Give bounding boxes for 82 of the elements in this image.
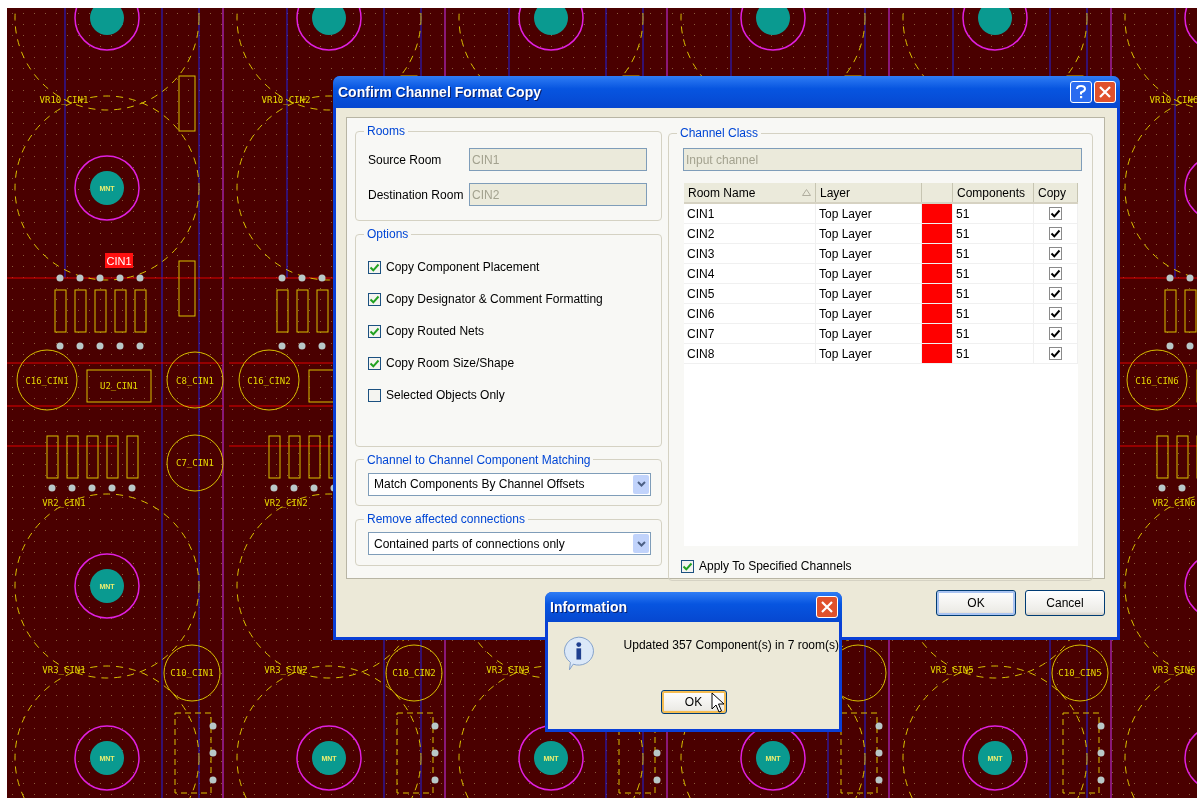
table-cell: 51 <box>953 264 1034 283</box>
group-title: Remove affected connections <box>366 512 526 527</box>
mounting-hole-drawing <box>962 725 1028 791</box>
close-icon <box>1099 86 1111 98</box>
group-title: Channel to Channel Component Matching <box>366 452 592 467</box>
mounting-hole-drawing <box>518 725 584 791</box>
table-cell: CIN1 <box>684 204 816 223</box>
group-title: Rooms <box>366 124 406 138</box>
table-cell: 51 <box>953 304 1034 323</box>
checkbox-label: Copy Routed Nets <box>386 324 485 338</box>
designator-label: U2_CIN1 <box>100 381 138 391</box>
checkbox[interactable] <box>368 356 381 370</box>
room-tag: CIN1 <box>105 253 133 268</box>
checkbox[interactable] <box>368 324 381 338</box>
designator-label: VR3_CIN6 <box>1152 665 1196 675</box>
mounting-hole-drawing <box>962 8 1028 51</box>
mounting-hole-drawing <box>74 8 140 51</box>
designator-label: C10_CIN1 <box>170 668 214 678</box>
table-cell: 51 <box>953 204 1034 223</box>
mounting-hole-drawing <box>74 725 140 791</box>
help-icon <box>1075 85 1087 99</box>
designator-label: C7_CIN1 <box>176 458 214 468</box>
table-cell: CIN5 <box>684 284 816 303</box>
table-cell: 51 <box>953 284 1034 303</box>
checkbox[interactable] <box>368 388 381 402</box>
group-title: Channel Class <box>679 126 760 140</box>
checkbox[interactable] <box>368 292 381 306</box>
field-label: Source Room <box>368 152 443 167</box>
close-button[interactable] <box>1094 81 1116 103</box>
table-cell: 51 <box>953 344 1034 363</box>
table-cell: 51 <box>953 224 1034 243</box>
designator-label: C16_CIN1 <box>25 376 69 386</box>
designator-label: VR3_CIN5 <box>930 665 974 675</box>
close-icon <box>821 601 833 613</box>
mouse-cursor-icon <box>711 692 725 714</box>
window-title: Information <box>550 599 627 615</box>
designator-label: VR2_CIN2 <box>264 498 308 508</box>
designator-label: C10_CIN5 <box>1058 668 1102 678</box>
checkbox-label: Selected Objects Only <box>386 388 505 402</box>
table-cell: CIN6 <box>684 304 816 323</box>
designator-label: VR10_CIN6 <box>1149 95 1197 105</box>
help-button[interactable] <box>1070 81 1092 103</box>
designator-label: VR2_CIN6 <box>1152 498 1196 508</box>
information-icon <box>562 634 596 672</box>
designator-label: C16_CIN6 <box>1135 376 1179 386</box>
designator-label: C10_CIN2 <box>392 668 436 678</box>
mounting-hole-drawing <box>740 8 806 51</box>
designator-label: VR2_CIN1 <box>42 498 86 508</box>
dialog-button[interactable]: Cancel <box>1025 590 1105 616</box>
designator-label: C8_CIN1 <box>176 376 214 386</box>
mounting-hole-drawing <box>296 8 362 51</box>
table-cell: CIN7 <box>684 324 816 343</box>
table-cell: CIN2 <box>684 224 816 243</box>
table-cell: 51 <box>953 324 1034 343</box>
designator-label: VR10_CIN1 <box>39 95 89 105</box>
group-title: Options <box>366 227 410 241</box>
close-button[interactable] <box>816 596 838 618</box>
designator-label: VR10_CIN2 <box>261 95 311 105</box>
table-cell: CIN8 <box>684 344 816 363</box>
designator-label: VR3_CIN3 <box>486 665 530 675</box>
mounting-hole-drawing <box>74 155 140 221</box>
checkbox-label: Copy Designator & Comment Formatting <box>386 292 603 306</box>
mounting-hole-drawing <box>74 553 140 619</box>
table-cell: 51 <box>953 244 1034 263</box>
message-text: Updated 357 Component(s) in 7 room(s) <box>623 637 839 652</box>
checkbox-label: Apply To Specified Channels <box>699 559 852 573</box>
checkbox-label: Copy Room Size/Shape <box>386 356 515 370</box>
table-cell: CIN4 <box>684 264 816 283</box>
dialog-button[interactable]: OK <box>936 590 1016 616</box>
dropdown[interactable]: Match Components By Channel Offsets <box>368 472 651 496</box>
field-label: Destination Room <box>368 187 465 202</box>
mounting-hole-drawing <box>296 725 362 791</box>
designator-label: C16_CIN2 <box>247 376 291 386</box>
checkbox[interactable] <box>368 260 381 274</box>
checkbox-label: Copy Component Placement <box>386 260 540 274</box>
table-cell: CIN3 <box>684 244 816 263</box>
designator-label: VR3_CIN1 <box>42 665 86 675</box>
ok-button[interactable]: OK <box>660 690 727 714</box>
mounting-hole-drawing <box>518 8 584 51</box>
designator-label: VR3_CIN2 <box>264 665 308 675</box>
window-title: Confirm Channel Format Copy <box>338 84 541 100</box>
dropdown[interactable]: Contained parts of connections only <box>368 532 651 556</box>
